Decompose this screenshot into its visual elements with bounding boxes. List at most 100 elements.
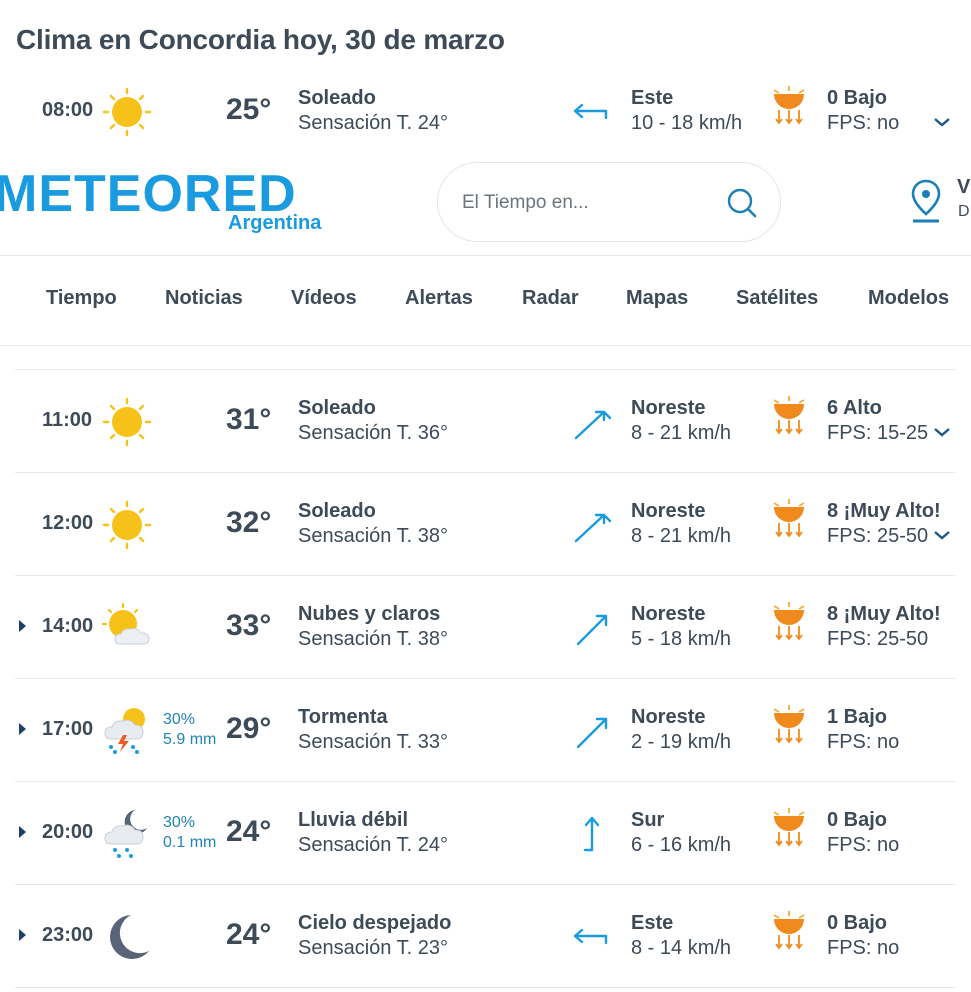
- wind-direction: Este: [631, 912, 674, 934]
- condition-label: Soleado: [298, 500, 376, 522]
- fps-label: FPS: 15-25: [827, 422, 929, 444]
- sun-icon: [102, 87, 152, 137]
- chevron-down-icon[interactable]: [932, 426, 952, 438]
- fps-label: FPS: no: [827, 937, 900, 959]
- condition-label: Tormenta: [298, 706, 388, 728]
- feels-like: Sensación T. 23°: [298, 937, 448, 959]
- condition-label: Soleado: [298, 397, 376, 419]
- uv-index: 8 ¡Muy Alto!: [827, 500, 941, 522]
- wind-east-arrow-icon: [573, 103, 608, 120]
- condition-label: Cielo despejado: [298, 912, 452, 934]
- forecast-row-1400[interactable]: 14:00 33° Nubes y claros Sensación T. 38…: [15, 576, 955, 679]
- forecast-row-1200[interactable]: 12:00 32° Soleado Sensación T. 38° Nores…: [15, 473, 955, 576]
- temperature: 25°: [226, 93, 272, 126]
- hour-label: 23:00: [42, 924, 94, 946]
- expand-arrow-icon[interactable]: [19, 929, 26, 941]
- wind-south-arrow-icon: [583, 816, 600, 852]
- uv-index: 0 Bajo: [827, 809, 888, 831]
- wind-direction: Noreste: [631, 397, 706, 419]
- wind-east-arrow-icon: [573, 928, 608, 945]
- page-title: Clima en Concordia hoy, 30 de marzo: [16, 24, 505, 55]
- fps-label: FPS: no: [827, 112, 900, 134]
- temperature: 24°: [226, 815, 272, 848]
- moon-icon: [110, 915, 149, 959]
- condition-label: Soleado: [298, 87, 376, 109]
- fps-label: FPS: no: [827, 834, 900, 856]
- precip-amount: 0.1 mm: [163, 834, 217, 851]
- precipitation-info: 30% 5.9 mm: [163, 710, 216, 750]
- night-rain-icon: [104, 810, 147, 858]
- hour-label: 11:00: [42, 409, 93, 431]
- condition-label: Nubes y claros: [298, 603, 441, 625]
- wind-speed: 6 - 16 km/h: [631, 834, 732, 856]
- expand-arrow-icon[interactable]: [19, 723, 26, 735]
- expand-arrow-icon[interactable]: [19, 620, 26, 632]
- uv-sun-icon: [773, 911, 805, 950]
- sun-cloud-icon: [101, 602, 150, 645]
- nav-tiempo[interactable]: Tiempo: [46, 287, 117, 310]
- fps-label: FPS: no: [827, 731, 900, 753]
- wind-speed: 8 - 21 km/h: [631, 422, 732, 444]
- wind-speed: 5 - 18 km/h: [631, 628, 732, 650]
- forecast-row-2300[interactable]: 23:00 24° Cielo despejado Sensación T. 2…: [15, 885, 955, 988]
- nav-alertas[interactable]: Alertas: [405, 287, 473, 310]
- feels-like: Sensación T. 33°: [298, 731, 448, 753]
- uv-sun-icon: [773, 86, 805, 125]
- sun-icon: [102, 397, 152, 447]
- hour-label: 12:00: [42, 512, 94, 534]
- wind-speed: 8 - 21 km/h: [631, 525, 732, 547]
- hour-label: 20:00: [42, 821, 94, 843]
- wind-direction: Noreste: [631, 706, 706, 728]
- site-header: METEORED Argentina V D: [0, 148, 971, 256]
- expand-arrow-icon[interactable]: [19, 826, 26, 838]
- condition-label: Lluvia débil: [298, 809, 409, 831]
- search-box[interactable]: [437, 162, 781, 242]
- main-nav: Tiempo Noticias Vídeos Alertas Radar Map…: [0, 256, 971, 346]
- wind-northeast-arrow-icon: [574, 513, 612, 543]
- feels-like: Sensación T. 36°: [298, 422, 448, 444]
- feels-like: Sensación T. 38°: [298, 628, 448, 650]
- nav-satelites[interactable]: Satélites: [736, 287, 818, 310]
- wind-speed: 2 - 19 km/h: [631, 731, 732, 753]
- hour-label: 17:00: [42, 718, 94, 740]
- wind-speed: 8 - 14 km/h: [631, 937, 732, 959]
- logo-subtitle: Argentina: [228, 212, 322, 234]
- uv-index: 0 Bajo: [827, 87, 888, 109]
- temperature: 24°: [226, 918, 272, 951]
- nav-radar[interactable]: Radar: [522, 287, 579, 310]
- wind-direction: Noreste: [631, 603, 706, 625]
- uv-index: 8 ¡Muy Alto!: [827, 603, 941, 625]
- wind-northeast-arrow-icon: [576, 614, 608, 646]
- wind-northeast-arrow-icon: [574, 410, 612, 440]
- forecast-row-1700[interactable]: 17:00 30% 5.9 mm 29° Tormenta Sensación T…: [15, 679, 955, 782]
- location-name[interactable]: V: [957, 176, 970, 199]
- chevron-down-icon[interactable]: [932, 529, 952, 541]
- wind-northeast-arrow-icon: [576, 717, 608, 749]
- location-pin-icon[interactable]: [909, 178, 943, 224]
- hour-label: 08:00: [42, 99, 94, 121]
- wind-direction: Este: [631, 87, 674, 109]
- temperature: 32°: [226, 506, 272, 539]
- uv-index: 0 Bajo: [827, 912, 888, 934]
- temperature: 29°: [226, 712, 272, 745]
- wind-speed: 10 - 18 km/h: [631, 112, 743, 134]
- forecast-row-1100[interactable]: 11:00 31° Soleado Sensación T. 36° Nores…: [15, 370, 955, 473]
- forecast-row-2000[interactable]: 20:00 30% 0.1 mm 24° Lluvia débil Sensaci…: [15, 782, 955, 885]
- fps-label: FPS: 25-50: [827, 628, 929, 650]
- temperature: 31°: [226, 403, 272, 436]
- nav-modelos[interactable]: Modelos: [868, 287, 949, 310]
- nav-videos[interactable]: Vídeos: [291, 287, 357, 310]
- hour-label: 14:00: [42, 615, 94, 637]
- wind-direction: Sur: [631, 809, 665, 831]
- search-input[interactable]: [462, 189, 712, 217]
- storm-icon: [104, 708, 145, 754]
- nav-mapas[interactable]: Mapas: [626, 287, 688, 310]
- precipitation-info: 30% 0.1 mm: [163, 813, 216, 853]
- chevron-down-icon[interactable]: [932, 116, 952, 128]
- search-icon[interactable]: [726, 187, 758, 219]
- uv-index: 6 Alto: [827, 397, 882, 419]
- nav-noticias[interactable]: Noticias: [165, 287, 243, 310]
- uv-index: 1 Bajo: [827, 706, 888, 728]
- feels-like: Sensación T. 24°: [298, 834, 448, 856]
- uv-sun-icon: [773, 808, 805, 847]
